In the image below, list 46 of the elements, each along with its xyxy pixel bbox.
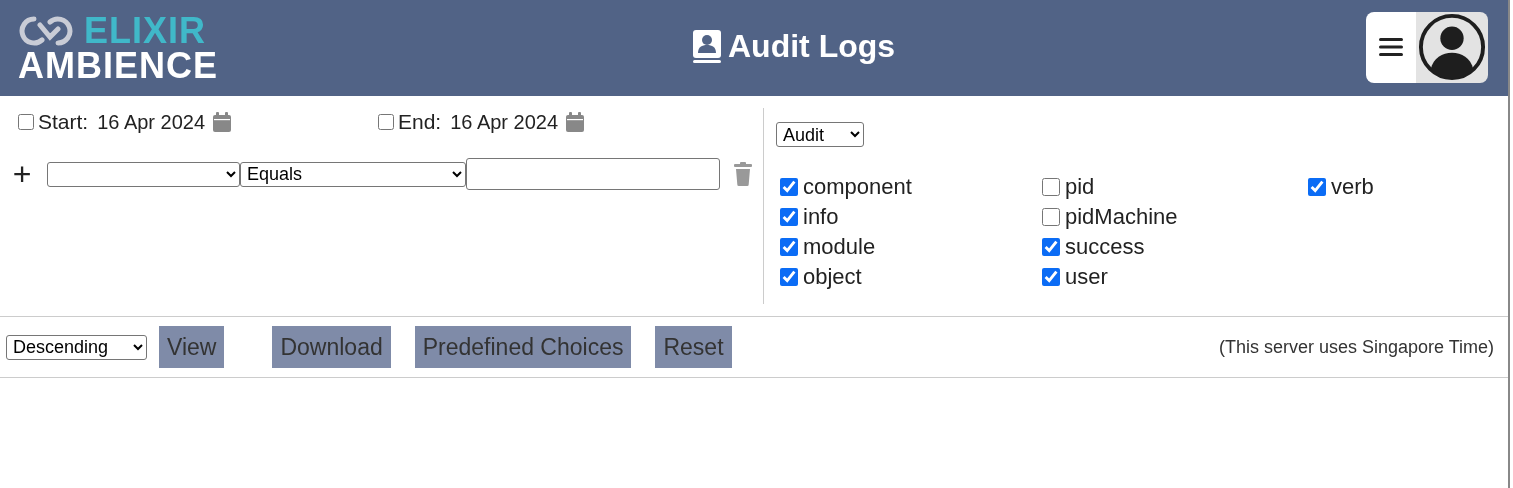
reset-button[interactable]: Reset	[655, 326, 732, 368]
menu-icon	[1379, 37, 1403, 57]
checkbox[interactable]	[1042, 268, 1060, 286]
column-label: pid	[1065, 174, 1095, 200]
column-label: info	[803, 204, 839, 230]
page-title: Audit Logs	[728, 28, 896, 65]
column-label: verb	[1331, 174, 1374, 200]
avatar-icon	[1418, 13, 1486, 81]
checkbox[interactable]	[780, 238, 798, 256]
checkbox[interactable]	[1308, 178, 1326, 196]
log-type-dropdown[interactable]: Audit	[776, 122, 864, 147]
column-label: module	[803, 234, 876, 260]
checkbox[interactable]	[780, 268, 798, 286]
logo-text: ELIXIR	[84, 12, 206, 49]
date-label: End:	[398, 110, 442, 134]
checkbox[interactable]	[780, 178, 798, 196]
column-label: component	[803, 174, 912, 200]
menu-button[interactable]	[1366, 11, 1416, 83]
column-label: pidMachine	[1065, 204, 1178, 230]
predefined-choices-button[interactable]: Predefined Choices	[414, 326, 632, 368]
column-label: object	[803, 264, 862, 290]
avatar-button[interactable]	[1416, 11, 1488, 83]
calendar-icon[interactable]	[566, 112, 585, 132]
column-label: user	[1065, 264, 1108, 290]
timezone-note: (This server uses Singapore Time)	[1218, 336, 1494, 358]
contact-book-icon	[692, 29, 722, 64]
date-value: 16 Apr 2024	[97, 110, 206, 134]
calendar-icon[interactable]	[213, 112, 232, 132]
checkbox[interactable]	[1042, 208, 1060, 226]
download-button[interactable]: Download	[272, 326, 391, 368]
value-input[interactable]	[466, 158, 720, 190]
checkbox[interactable]	[378, 114, 394, 130]
field-dropdown[interactable]	[47, 161, 240, 187]
checkbox[interactable]	[1042, 178, 1060, 196]
view-button[interactable]: View	[159, 326, 225, 368]
add-filter-button[interactable]: +	[10, 158, 34, 190]
logo-text: AMBIENCE	[18, 47, 218, 84]
checkbox[interactable]	[1042, 238, 1060, 256]
checkbox[interactable]	[18, 114, 34, 130]
trash-icon[interactable]	[733, 162, 753, 186]
checkbox[interactable]	[780, 208, 798, 226]
operator-dropdown[interactable]: Equals	[240, 161, 466, 187]
date-label: Start:	[38, 110, 89, 134]
column-label: success	[1065, 234, 1145, 260]
sort-dropdown[interactable]: Descending	[6, 334, 147, 360]
date-value: 16 Apr 2024	[450, 110, 559, 134]
